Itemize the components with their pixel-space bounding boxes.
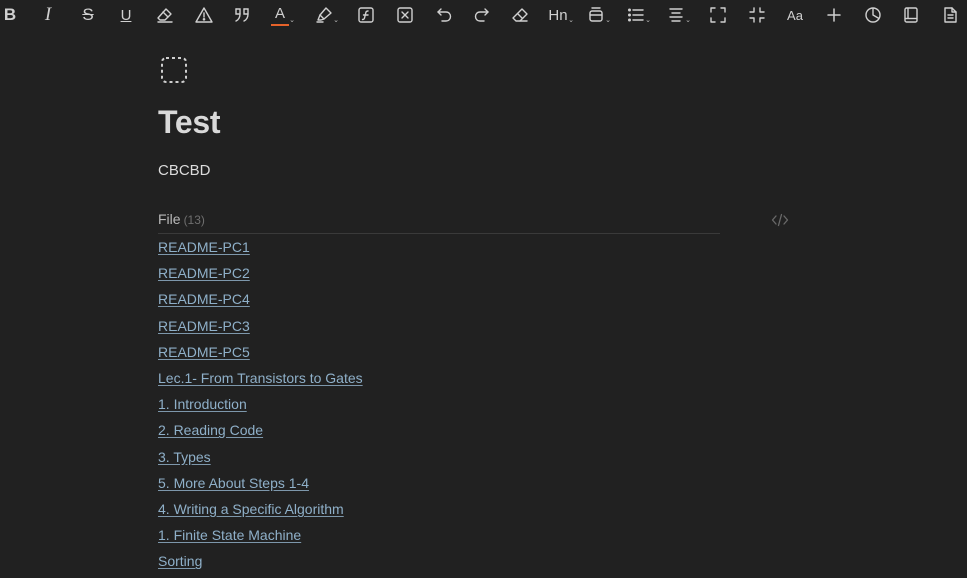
pie-chart-icon (865, 7, 881, 23)
chevron-down-icon: ⌄ (685, 17, 691, 24)
format-brush-icon (157, 8, 173, 23)
strikethrough-icon: S (82, 5, 94, 24)
compress-icon (749, 7, 765, 23)
file-link[interactable]: Lec.1- From Transistors to Gates (158, 370, 363, 386)
chevron-down-icon: ⌄ (605, 17, 611, 24)
list-item: README-PC1 (158, 238, 363, 264)
font-color-swatch (271, 24, 289, 26)
bullet-list-icon (628, 8, 644, 22)
formula-icon (358, 7, 374, 23)
font-color-button[interactable]: A ⌄ (268, 3, 295, 27)
eraser-icon (512, 8, 528, 22)
list-item: 3. Types (158, 448, 363, 474)
italic-button[interactable]: I (36, 3, 60, 27)
clear-format-button[interactable] (508, 3, 532, 27)
fullscreen-button[interactable] (706, 3, 730, 27)
file-link[interactable]: README-PC3 (158, 318, 250, 334)
stats-button[interactable] (861, 3, 885, 27)
list-item: README-PC5 (158, 343, 363, 369)
highlight-button[interactable]: ⌄ (312, 3, 339, 27)
list-item: README-PC3 (158, 317, 363, 343)
chevron-down-icon: ⌄ (333, 17, 339, 24)
book-button[interactable] (899, 3, 923, 27)
book-icon (904, 7, 918, 23)
quote-icon (235, 8, 249, 22)
page-subtitle[interactable]: CBCBD (158, 162, 211, 179)
file-link[interactable]: 1. Finite State Machine (158, 527, 301, 543)
file-section-label: File (158, 211, 181, 227)
file-link[interactable]: README-PC4 (158, 291, 250, 307)
document-icon (944, 7, 957, 23)
file-list: README-PC1 README-PC2 README-PC4 README-… (158, 238, 363, 578)
file-link[interactable]: Sorting (158, 553, 202, 569)
font-color-icon: A (274, 4, 285, 22)
editor-toolbar: B I S U A ⌄ ⌄ Hn ⌄ ⌄ ⌄ ⌄ Aa (0, 0, 967, 31)
file-link[interactable]: README-PC5 (158, 344, 250, 360)
bold-button[interactable]: B (0, 3, 22, 27)
remove-block-button[interactable] (393, 3, 417, 27)
italic-icon: I (44, 4, 52, 25)
block-format-button[interactable]: ⌄ (584, 3, 611, 27)
list-button[interactable]: ⌄ (624, 3, 651, 27)
x-square-icon (397, 7, 413, 23)
list-item: 2. Reading Code (158, 421, 363, 447)
quote-button[interactable] (230, 3, 254, 27)
list-item: Sorting (158, 552, 363, 578)
file-link[interactable]: 4. Writing a Specific Algorithm (158, 501, 344, 517)
page-icon-placeholder[interactable] (160, 56, 188, 84)
list-item: 1. Introduction (158, 395, 363, 421)
undo-button[interactable] (432, 3, 456, 27)
list-item: Lec.1- From Transistors to Gates (158, 369, 363, 395)
list-item: 5. More About Steps 1-4 (158, 474, 363, 500)
file-section-header: File (13) (158, 211, 720, 234)
bold-icon: B (3, 5, 17, 24)
underline-button[interactable]: U (114, 3, 138, 27)
chevron-down-icon: ⌄ (289, 17, 295, 24)
file-count-badge: (13) (183, 213, 205, 227)
redo-button[interactable] (470, 3, 494, 27)
page-title[interactable]: Test (158, 104, 221, 141)
undo-icon (437, 8, 452, 22)
font-size-button[interactable]: Aa (783, 3, 807, 27)
code-icon[interactable] (771, 212, 789, 228)
exit-fullscreen-button[interactable] (745, 3, 769, 27)
document-button[interactable] (938, 3, 962, 27)
file-link[interactable]: 2. Reading Code (158, 422, 263, 438)
warning-button[interactable] (192, 3, 216, 27)
align-center-icon (669, 8, 683, 22)
chevron-down-icon: ⌄ (568, 17, 574, 24)
file-link[interactable]: 5. More About Steps 1-4 (158, 475, 309, 491)
list-item: 1. Finite State Machine (158, 526, 363, 552)
list-item: README-PC4 (158, 290, 363, 316)
expand-icon (710, 7, 726, 23)
file-link[interactable]: 1. Introduction (158, 396, 247, 412)
list-item: 4. Writing a Specific Algorithm (158, 500, 363, 526)
underline-icon: U (120, 6, 132, 24)
redo-icon (474, 8, 489, 22)
formula-button[interactable] (354, 3, 378, 27)
add-button[interactable] (822, 3, 846, 27)
file-link[interactable]: 3. Types (158, 449, 211, 465)
chevron-down-icon: ⌄ (645, 17, 651, 24)
align-button[interactable]: ⌄ (664, 3, 691, 27)
list-item: README-PC2 (158, 264, 363, 290)
file-link[interactable]: README-PC1 (158, 239, 250, 255)
font-size-icon: Aa (787, 7, 803, 23)
strikethrough-button[interactable]: S (76, 3, 100, 27)
heading-icon: Hn (548, 6, 568, 24)
format-brush-button[interactable] (153, 3, 177, 27)
plus-icon (827, 8, 841, 22)
file-link[interactable]: README-PC2 (158, 265, 250, 281)
warning-icon (195, 7, 213, 23)
block-format-icon (589, 7, 603, 22)
highlighter-icon (316, 7, 332, 23)
heading-button[interactable]: Hn ⌄ (545, 3, 574, 27)
